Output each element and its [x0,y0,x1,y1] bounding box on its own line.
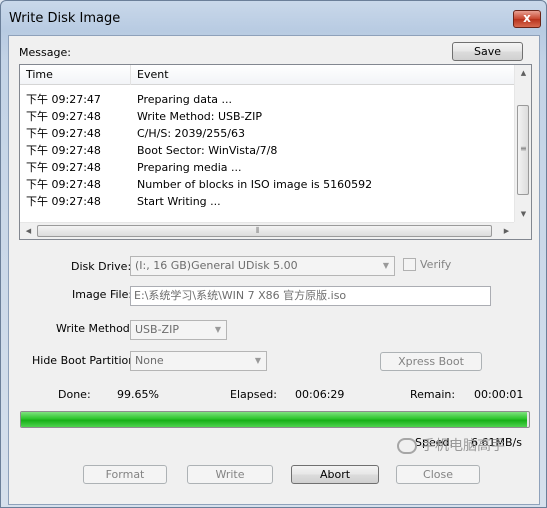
horizontal-scroll-thumb[interactable]: ⦀ [37,225,492,237]
message-log-list[interactable]: Time Event 下午 09:27:47 Preparing data ..… [19,64,532,240]
abort-button[interactable]: Abort [291,465,379,484]
scroll-down-arrow-icon[interactable]: ▼ [515,206,532,223]
done-value: 99.65% [117,388,159,401]
window-title: Write Disk Image [9,11,121,26]
disk-drive-value: (I:, 16 GB)General UDisk 5.00 [135,259,298,272]
write-progress-bar [20,411,530,428]
write-button[interactable]: Write [187,465,273,484]
format-button[interactable]: Format [83,465,167,484]
log-row: 下午 09:27:48 Preparing media ... [20,159,515,176]
close-button[interactable]: Close [396,465,480,484]
image-file-field[interactable]: E:\系统学习\系统\WIN 7 X86 官方原版.iso [130,286,491,306]
log-time: 下午 09:27:48 [26,161,101,174]
watermark-text: 手机电脑高手 [421,438,505,454]
vertical-scrollbar[interactable]: ▲ ≡ ▼ [514,65,531,223]
scroll-right-arrow-icon[interactable]: ▶ [498,223,515,240]
chevron-down-icon: ▼ [382,261,390,270]
log-row: 下午 09:27:48 Write Method: USB-ZIP [20,108,515,125]
chat-bubble-icon [397,438,417,454]
horizontal-scrollbar[interactable]: ◀ ⦀ ▶ [20,222,515,239]
done-label: Done: [58,388,91,401]
log-time: 下午 09:27:48 [26,178,101,191]
message-label: Message: [19,46,71,59]
log-event: Write Method: USB-ZIP [137,110,262,123]
hide-boot-partition-label: Hide Boot Partition: [32,354,139,367]
remain-value: 00:00:01 [474,388,524,401]
log-row: 下午 09:27:48 Number of blocks in ISO imag… [20,176,515,193]
save-button[interactable]: Save [452,42,523,61]
scroll-left-arrow-icon[interactable]: ◀ [20,223,37,240]
window-close-button[interactable]: x [513,10,541,28]
verify-label: Verify [420,258,452,271]
column-header-time[interactable]: Time [20,65,130,85]
log-time: 下午 09:27:48 [26,110,101,123]
vertical-scroll-thumb[interactable]: ≡ [517,105,529,195]
log-row: 下午 09:27:48 Start Writing ... [20,193,515,210]
log-row: 下午 09:27:47 Preparing data ... [20,91,515,108]
write-method-select[interactable]: USB-ZIP ▼ [130,320,227,340]
progress-bar-fill [21,412,528,427]
chevron-down-icon: ▼ [214,325,222,334]
log-time: 下午 09:27:47 [26,93,101,106]
log-row: 下午 09:27:48 Boot Sector: WinVista/7/8 [20,142,515,159]
log-event: C/H/S: 2039/255/63 [137,127,245,140]
log-time: 下午 09:27:48 [26,144,101,157]
watermark: 手机电脑高手 [397,435,505,455]
write-method-value: USB-ZIP [135,323,179,336]
log-event: Boot Sector: WinVista/7/8 [137,144,278,157]
image-file-label: Image File: [72,288,133,301]
write-disk-image-window: Write Disk Image x Message: Save Time Ev… [0,0,547,508]
log-time: 下午 09:27:48 [26,195,101,208]
log-event: Number of blocks in ISO image is 5160592 [137,178,373,191]
elapsed-label: Elapsed: [230,388,277,401]
grip-icon: ≡ [520,144,527,153]
hide-boot-partition-select[interactable]: None ▼ [130,351,267,371]
log-event: Preparing data ... [137,93,233,106]
close-icon: x [523,11,531,25]
scrollbar-corner [514,222,531,239]
chevron-down-icon: ▼ [254,356,262,365]
hide-boot-partition-value: None [135,354,164,367]
scroll-up-arrow-icon[interactable]: ▲ [515,65,532,82]
log-event: Preparing media ... [137,161,242,174]
log-time: 下午 09:27:48 [26,127,101,140]
column-header-event[interactable]: Event [130,65,515,85]
disk-drive-label: Disk Drive: [71,260,132,273]
log-event: Start Writing ... [137,195,221,208]
xpress-boot-button[interactable]: Xpress Boot [380,352,482,371]
remain-label: Remain: [410,388,456,401]
elapsed-value: 00:06:29 [295,388,345,401]
grip-icon: ⦀ [256,226,260,235]
log-list-header: Time Event [20,65,515,85]
write-method-label: Write Method: [56,322,134,335]
log-row: 下午 09:27:48 C/H/S: 2039/255/63 [20,125,515,142]
verify-checkbox[interactable] [403,258,416,271]
disk-drive-select[interactable]: (I:, 16 GB)General UDisk 5.00 ▼ [130,256,395,276]
